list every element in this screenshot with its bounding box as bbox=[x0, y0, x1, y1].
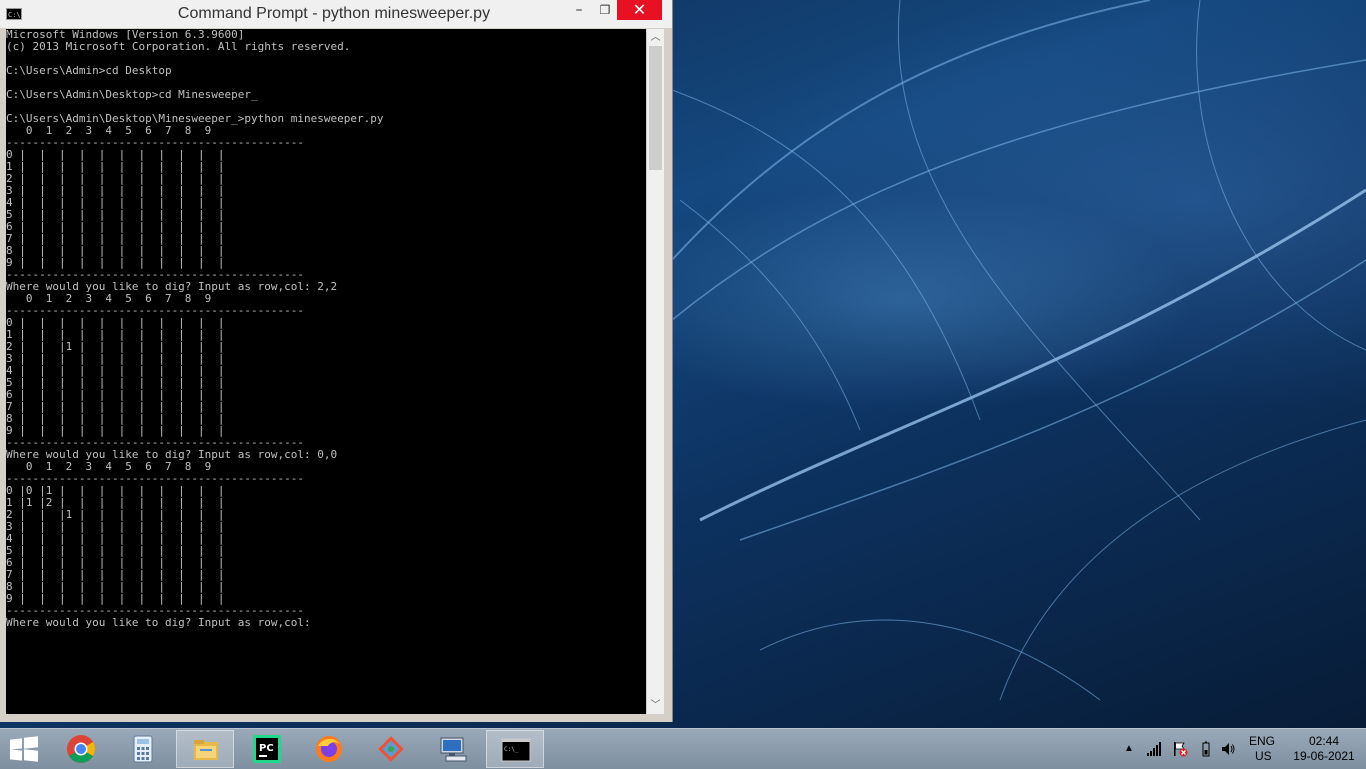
console-line: (c) 2013 Microsoft Corporation. All righ… bbox=[6, 40, 351, 53]
scroll-down-arrow-icon[interactable]: ﹀ bbox=[647, 697, 664, 714]
maximize-button[interactable]: ❐ bbox=[592, 0, 618, 22]
action-center-flag-icon[interactable] bbox=[1172, 741, 1188, 757]
scroll-up-arrow-icon[interactable]: ︿ bbox=[647, 29, 664, 46]
volume-speaker-icon[interactable] bbox=[1220, 741, 1236, 757]
command-prompt-window: C:\ Command Prompt - python minesweeper.… bbox=[0, 0, 673, 722]
console-line: C:\Users\Admin\Desktop>cd Minesweeper_ bbox=[6, 88, 258, 101]
battery-icon[interactable] bbox=[1198, 741, 1214, 757]
system-tray: ▲ ENG US 02:44 19-06-2021 bbox=[0, 729, 1366, 769]
signal-strength-icon[interactable] bbox=[1146, 741, 1162, 757]
vertical-scrollbar[interactable]: ︿ ﹀ bbox=[647, 29, 664, 714]
clock-date: 19-06-2021 bbox=[1293, 749, 1355, 763]
show-hidden-icons-chevron-icon[interactable]: ▲ bbox=[1124, 741, 1140, 757]
language-code: ENG bbox=[1249, 734, 1276, 748]
console-text: Microsoft Windows [Version 6.3.9600] (c) … bbox=[6, 29, 646, 629]
console-output[interactable]: Microsoft Windows [Version 6.3.9600] (c) … bbox=[6, 29, 646, 714]
scrollbar-thumb[interactable] bbox=[649, 46, 662, 170]
system-clock[interactable]: 02:44 19-06-2021 bbox=[1292, 734, 1356, 764]
input-language-indicator[interactable]: ENG US bbox=[1249, 734, 1289, 764]
console-line: Where would you like to dig? Input as ro… bbox=[6, 616, 311, 629]
keyboard-layout: US bbox=[1255, 749, 1272, 763]
console-line: C:\Users\Admin>cd Desktop bbox=[6, 64, 172, 77]
window-titlebar[interactable]: C:\ Command Prompt - python minesweeper.… bbox=[0, 0, 672, 28]
minimize-button[interactable]: – bbox=[566, 0, 592, 22]
clock-time: 02:44 bbox=[1308, 734, 1340, 748]
close-button[interactable]: ✕ bbox=[617, 0, 662, 20]
taskbar: PC C:\_ ▲ ENG US 02:44 19-06-2021 bbox=[0, 728, 1366, 769]
